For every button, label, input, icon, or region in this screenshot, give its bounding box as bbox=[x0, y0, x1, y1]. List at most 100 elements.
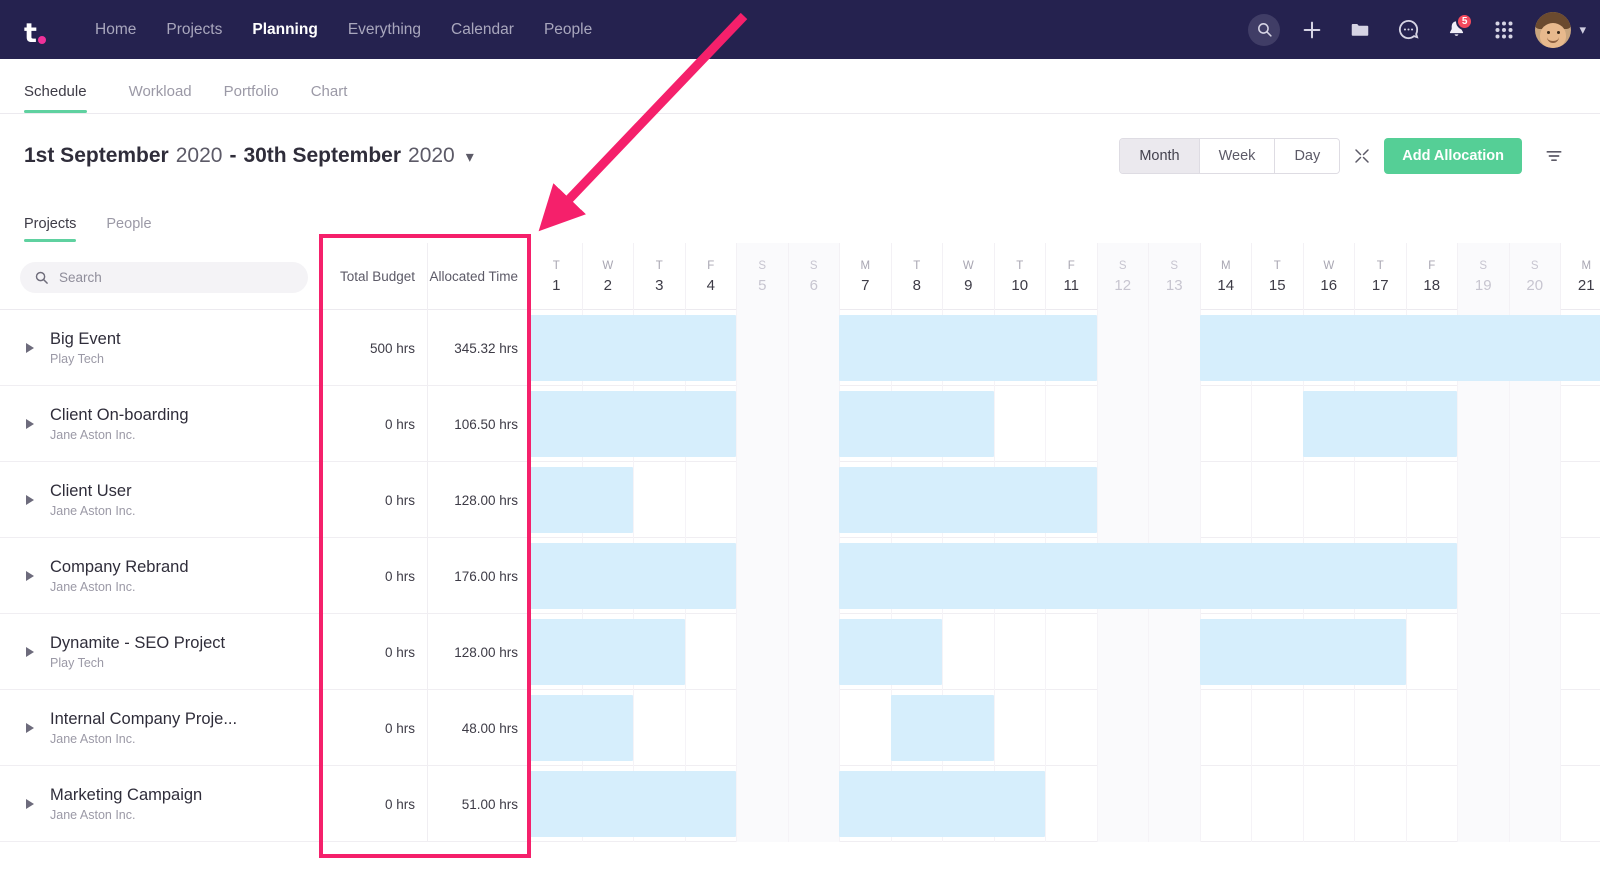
calendar-day-header[interactable]: F4 bbox=[684, 243, 737, 310]
project-title[interactable]: Big Event bbox=[50, 330, 121, 349]
table-row[interactable]: Big Event Play Tech 500 hrs 345.32 hrs bbox=[0, 310, 1600, 386]
calendar-day-header[interactable]: S 13 bbox=[1148, 243, 1200, 310]
allocation-bar[interactable] bbox=[530, 467, 633, 533]
search-input-wrapper[interactable] bbox=[20, 262, 308, 293]
calendar-day-header[interactable]: F 11 bbox=[1045, 243, 1097, 310]
timeline-day-cell[interactable] bbox=[1302, 690, 1355, 766]
allocation-bar[interactable] bbox=[1199, 619, 1406, 685]
timeline-day-cell[interactable] bbox=[787, 386, 839, 462]
search-input[interactable] bbox=[59, 270, 269, 285]
expand-caret-icon[interactable] bbox=[26, 799, 34, 809]
timeline-day-cell[interactable] bbox=[1199, 462, 1252, 538]
timeline-day-cell[interactable] bbox=[1045, 386, 1097, 462]
timeline-day-cell[interactable] bbox=[1508, 462, 1560, 538]
timeline-day-cell[interactable] bbox=[1045, 690, 1097, 766]
timeline-day-cell[interactable] bbox=[1148, 386, 1200, 462]
timeline-day-cell[interactable] bbox=[1148, 690, 1200, 766]
nav-item-home[interactable]: Home bbox=[80, 21, 151, 39]
timeline-day-cell[interactable] bbox=[942, 614, 994, 690]
tab-people[interactable]: People bbox=[106, 216, 169, 242]
account-chevron-down-icon[interactable]: ▾ bbox=[1579, 22, 1586, 38]
table-row[interactable]: Client User Jane Aston Inc. 0 hrs 128.00 hr… bbox=[0, 462, 1600, 538]
timeline-day-cell[interactable] bbox=[1148, 766, 1200, 842]
nav-item-people[interactable]: People bbox=[529, 21, 607, 39]
tab-projects[interactable]: Projects bbox=[24, 216, 94, 242]
expand-caret-icon[interactable] bbox=[26, 495, 34, 505]
timeline-day-cell[interactable] bbox=[1560, 386, 1600, 462]
calendar-day-header[interactable]: W2 bbox=[581, 243, 634, 310]
tab-portfolio[interactable]: Portfolio bbox=[208, 83, 295, 113]
timeline-day-cell[interactable] bbox=[1251, 766, 1303, 842]
nav-item-calendar[interactable]: Calendar bbox=[436, 21, 529, 39]
timeline-day-cell[interactable] bbox=[787, 690, 839, 766]
timeline-day-cell[interactable] bbox=[1560, 538, 1600, 614]
calendar-day-header[interactable]: S 12 bbox=[1096, 243, 1148, 310]
allocation-bar[interactable] bbox=[1302, 391, 1457, 457]
allocation-bar[interactable] bbox=[530, 619, 685, 685]
zoom-day-button[interactable]: Day bbox=[1275, 139, 1340, 173]
timeline-day-cell[interactable] bbox=[1096, 462, 1148, 538]
timeline-day-cell[interactable] bbox=[1096, 690, 1148, 766]
timeline-day-cell[interactable] bbox=[1251, 386, 1303, 462]
table-row[interactable]: Dynamite - SEO Project Play Tech 0 hrs 128.… bbox=[0, 614, 1600, 690]
filter-icon[interactable] bbox=[1532, 137, 1576, 175]
timeline-day-cell[interactable] bbox=[1302, 462, 1355, 538]
allocation-bar[interactable] bbox=[839, 467, 1097, 533]
calendar-day-header[interactable]: S5 bbox=[736, 243, 788, 310]
nav-item-planning[interactable]: Planning bbox=[237, 21, 332, 39]
calendar-day-header[interactable]: F 18 bbox=[1405, 243, 1458, 310]
tab-chart[interactable]: Chart bbox=[295, 83, 364, 113]
nav-item-everything[interactable]: Everything bbox=[333, 21, 436, 39]
zoom-month-button[interactable]: Month bbox=[1120, 139, 1200, 173]
timeline-day-cell[interactable] bbox=[736, 614, 788, 690]
allocation-bar[interactable] bbox=[839, 771, 1045, 837]
calendar-day-header[interactable]: S 19 bbox=[1457, 243, 1509, 310]
calendar-day-header[interactable]: T 17 bbox=[1354, 243, 1406, 310]
tab-schedule[interactable]: Schedule bbox=[24, 83, 103, 113]
teamwork-logo-icon[interactable]: t bbox=[18, 13, 52, 47]
calendar-day-header[interactable]: T3 bbox=[633, 243, 685, 310]
timeline-day-cell[interactable] bbox=[1508, 386, 1560, 462]
calendar-day-header[interactable]: M7 bbox=[839, 243, 891, 310]
timeline-day-cell[interactable] bbox=[787, 538, 839, 614]
timeline-day-cell[interactable] bbox=[1096, 766, 1148, 842]
timeline-day-cell[interactable] bbox=[684, 614, 737, 690]
timeline-day-cell[interactable] bbox=[684, 690, 737, 766]
timeline-day-cell[interactable] bbox=[1508, 614, 1560, 690]
calendar-day-header[interactable]: W 16 bbox=[1302, 243, 1355, 310]
nav-item-projects[interactable]: Projects bbox=[151, 21, 237, 39]
timeline-day-cell[interactable] bbox=[1560, 766, 1600, 842]
timeline-day-cell[interactable] bbox=[736, 462, 788, 538]
timeline-day-cell[interactable] bbox=[1457, 462, 1509, 538]
timeline-day-cell[interactable] bbox=[684, 462, 737, 538]
timeline-day-cell[interactable] bbox=[1148, 614, 1200, 690]
timeline-day-cell[interactable] bbox=[1251, 462, 1303, 538]
calendar-day-header[interactable]: S6 bbox=[787, 243, 839, 310]
timeline-day-cell[interactable] bbox=[1508, 538, 1560, 614]
timeline-day-cell[interactable] bbox=[1457, 538, 1509, 614]
project-title[interactable]: Marketing Campaign bbox=[50, 786, 202, 805]
allocation-bar[interactable] bbox=[530, 543, 736, 609]
bell-icon[interactable]: 5 bbox=[1433, 7, 1479, 53]
timeline-day-cell[interactable] bbox=[1148, 462, 1200, 538]
expand-arrows-icon[interactable] bbox=[1340, 137, 1384, 175]
timeline-day-cell[interactable] bbox=[1199, 690, 1252, 766]
allocation-bar[interactable] bbox=[1199, 315, 1600, 381]
timeline-day-cell[interactable] bbox=[993, 614, 1046, 690]
plus-icon[interactable] bbox=[1289, 7, 1335, 53]
timeline-day-cell[interactable] bbox=[993, 690, 1046, 766]
timeline-day-cell[interactable] bbox=[1560, 614, 1600, 690]
timeline-day-cell[interactable] bbox=[1457, 690, 1509, 766]
timeline-day-cell[interactable] bbox=[736, 766, 788, 842]
timeline-day-cell[interactable] bbox=[1302, 766, 1355, 842]
timeline-day-cell[interactable] bbox=[787, 310, 839, 386]
zoom-week-button[interactable]: Week bbox=[1199, 139, 1276, 173]
allocation-bar[interactable] bbox=[530, 695, 633, 761]
avatar[interactable] bbox=[1535, 11, 1572, 48]
timeline-day-cell[interactable] bbox=[1354, 690, 1406, 766]
allocation-bar[interactable] bbox=[839, 391, 994, 457]
timeline-day-cell[interactable] bbox=[1405, 766, 1458, 842]
allocation-bar[interactable] bbox=[839, 619, 942, 685]
timeline-day-cell[interactable] bbox=[1045, 766, 1097, 842]
timeline-day-cell[interactable] bbox=[1405, 690, 1458, 766]
